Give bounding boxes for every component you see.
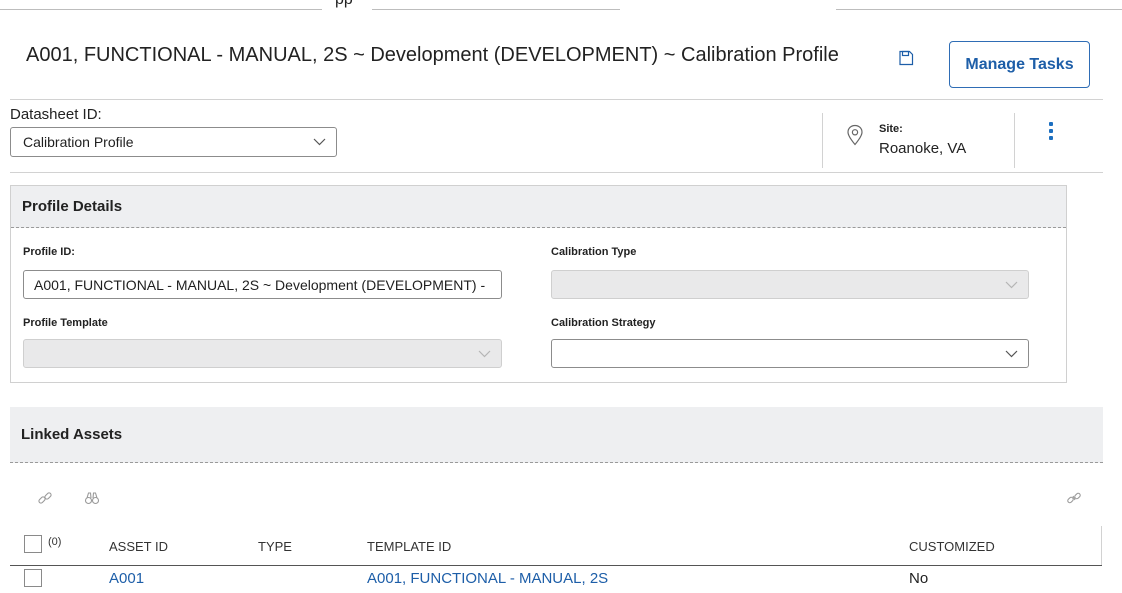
manage-tasks-button[interactable]: Manage Tasks [949, 41, 1090, 88]
site-label: Site: [879, 123, 903, 135]
column-header-customized[interactable]: CUSTOMIZED [909, 539, 995, 554]
selected-count: (0) [48, 536, 62, 548]
profile-template-select[interactable] [23, 339, 502, 368]
save-icon[interactable] [898, 50, 914, 66]
title-divider [10, 99, 1103, 100]
template-id-link[interactable]: A001, FUNCTIONAL - MANUAL, 2S [367, 570, 608, 587]
profile-template-label: Profile Template [23, 317, 108, 329]
linked-assets-heading: Linked Assets [10, 407, 1103, 463]
table-header-divider [10, 565, 1102, 566]
chevron-down-icon [478, 350, 491, 358]
calibration-strategy-select[interactable] [551, 339, 1029, 368]
table-header-edge [1101, 526, 1102, 566]
more-options-icon[interactable] [1048, 122, 1054, 144]
chevron-down-icon [313, 138, 326, 146]
site-value: Roanoke, VA [879, 140, 967, 157]
calibration-type-select[interactable] [551, 270, 1029, 299]
datasheet-divider [10, 172, 1103, 173]
customized-value: No [909, 570, 929, 587]
calibration-type-label: Calibration Type [551, 246, 637, 258]
row-checkbox[interactable] [24, 569, 42, 587]
profile-details-heading: Profile Details [11, 186, 1066, 228]
top-divider-left [0, 9, 322, 10]
datasheet-id-label: Datasheet ID: [10, 106, 102, 123]
asset-id-link[interactable]: A001 [109, 570, 144, 587]
unlink-icon[interactable] [1066, 490, 1082, 506]
select-all-checkbox[interactable] [24, 535, 42, 553]
header-fragment-text: pp [335, 0, 353, 9]
top-divider-middle [372, 9, 620, 10]
profile-details-panel: Profile Details Profile ID: A001, FUNCTI… [10, 185, 1067, 383]
calibration-strategy-label: Calibration Strategy [551, 317, 656, 329]
top-divider-right [836, 9, 1122, 10]
column-header-asset-id[interactable]: ASSET ID [109, 539, 168, 554]
datasheet-id-value: Calibration Profile [23, 134, 134, 150]
datasheet-id-select[interactable]: Calibration Profile [10, 127, 337, 157]
location-pin-icon [847, 124, 863, 146]
link-icon[interactable] [37, 490, 53, 506]
binoculars-icon[interactable] [84, 490, 100, 506]
site-divider-left [822, 113, 823, 168]
profile-id-label: Profile ID: [23, 246, 75, 258]
site-divider-right [1014, 113, 1015, 168]
page-title: A001, FUNCTIONAL - MANUAL, 2S ~ Developm… [26, 44, 839, 66]
column-header-template-id[interactable]: TEMPLATE ID [367, 539, 451, 554]
column-header-type[interactable]: TYPE [258, 539, 292, 554]
chevron-down-icon [1005, 281, 1018, 289]
chevron-down-icon [1005, 350, 1018, 358]
profile-id-input[interactable]: A001, FUNCTIONAL - MANUAL, 2S ~ Developm… [23, 270, 502, 299]
